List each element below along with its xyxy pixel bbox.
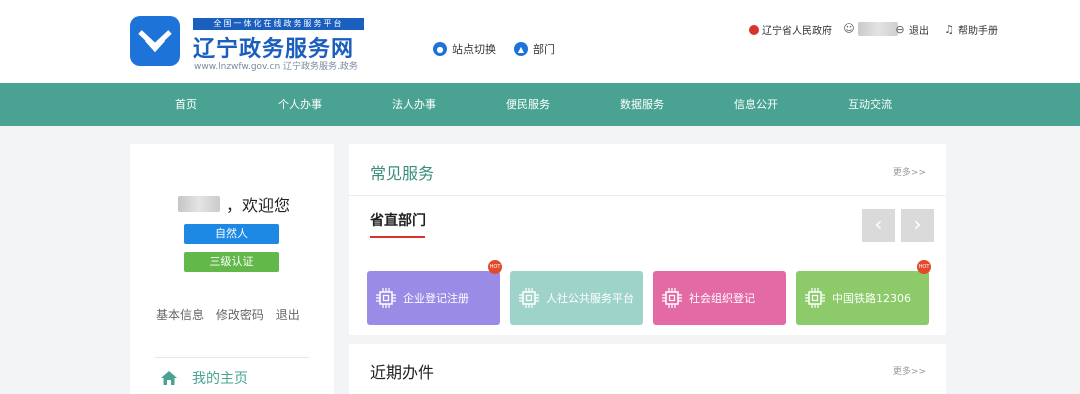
service-tile-label: 中国铁路12306 [832, 292, 911, 305]
headset-icon: ♫ [944, 22, 954, 36]
nav-item-home[interactable]: 首页 [175, 83, 197, 126]
service-tile-label: 人社公共服务平台 [546, 292, 634, 305]
chip-icon [661, 287, 683, 309]
my-home-label: 我的主页 [192, 371, 248, 387]
prev-arrow-button[interactable]: ‹ [862, 209, 895, 242]
next-arrow-button[interactable]: › [901, 209, 934, 242]
chip-icon [518, 287, 540, 309]
service-tile-railway-12306[interactable]: 中国铁路12306 HOT [796, 260, 931, 325]
panel-logout-link[interactable]: 退出 [276, 308, 300, 322]
logo-icon[interactable] [130, 16, 180, 66]
user-name-masked [858, 22, 898, 36]
gov-link[interactable]: 辽宁省人民政府 [749, 22, 832, 37]
site-switch-link[interactable]: ● 站点切换 [433, 41, 496, 57]
platform-banner: 全国一体化在线政务服务平台 [193, 18, 364, 30]
welcome-message: ，欢迎您 [178, 192, 290, 216]
nav-item-info[interactable]: 信息公开 [734, 83, 778, 126]
recent-cases-more-link[interactable]: 更多>> [893, 364, 926, 377]
user-panel: ，欢迎您 自然人 三级认证 基本信息 修改密码 退出 我的主页 [130, 144, 334, 394]
auth-level-badge: 三级认证 [184, 252, 279, 272]
logout-link[interactable]: ⊖ 退出 [894, 22, 929, 37]
help-label: 帮助手册 [958, 26, 998, 37]
recent-cases-card: 近期办件 更多>> [349, 344, 946, 394]
service-tile-label: 企业登记注册 [403, 292, 469, 305]
logout-label: 退出 [909, 26, 929, 37]
chip-icon [375, 287, 397, 309]
national-emblem-icon [749, 24, 759, 35]
department-link[interactable]: ▲ 部门 [514, 41, 555, 57]
service-tile-label: 社会组织登记 [689, 292, 755, 305]
site-switch-label: 站点切换 [452, 43, 496, 56]
nav-item-personal[interactable]: 个人办事 [278, 83, 322, 126]
chevron-right-icon: › [913, 212, 922, 236]
gov-link-label: 辽宁省人民政府 [762, 26, 832, 37]
card-divider [349, 195, 946, 196]
change-password-link[interactable]: 修改密码 [216, 308, 264, 322]
department-label: 部门 [533, 43, 555, 56]
active-underline [370, 236, 425, 238]
provincial-departments-title: 省直部门 [370, 213, 426, 229]
org-chart-icon: ▲ [514, 42, 528, 56]
hot-badge-icon: HOT [917, 260, 931, 274]
hot-badge-icon: HOT [488, 260, 502, 274]
service-tile-enterprise-registration[interactable]: 企业登记注册 HOT [367, 260, 502, 325]
chip-icon [804, 287, 826, 309]
location-pin-icon: ● [433, 42, 447, 56]
welcome-text: ，欢迎您 [226, 196, 291, 215]
common-services-more-link[interactable]: 更多>> [893, 165, 926, 178]
recent-cases-title: 近期办件 [370, 363, 435, 382]
natural-person-badge: 自然人 [184, 224, 279, 244]
help-link[interactable]: ♫ 帮助手册 [943, 22, 998, 37]
nav-item-convenience[interactable]: 便民服务 [506, 83, 550, 126]
user-menu[interactable]: ☺ [843, 22, 898, 36]
home-icon [161, 371, 177, 385]
my-home-link[interactable]: 我的主页 [160, 368, 248, 388]
site-url: www.lnzwfw.gov.cn 辽宁政务服务.政务 [194, 62, 358, 72]
service-tile-social-organization[interactable]: 社会组织登记 [653, 271, 786, 325]
service-tile-social-security[interactable]: 人社公共服务平台 [510, 271, 643, 325]
common-services-title: 常见服务 [370, 164, 435, 183]
nav-item-data[interactable]: 数据服务 [620, 83, 664, 126]
nav-item-legal-person[interactable]: 法人办事 [392, 83, 436, 126]
basic-info-link[interactable]: 基本信息 [156, 308, 204, 322]
account-links: 基本信息 修改密码 退出 [156, 306, 308, 323]
divider [155, 357, 309, 358]
user-icon: ☺ [843, 22, 855, 35]
site-header: 全国一体化在线政务服务平台 辽宁政务服务网 www.lnzwfw.gov.cn … [0, 0, 1080, 83]
logout-icon: ⊖ [895, 22, 905, 36]
user-name-masked [178, 196, 220, 212]
nav-item-interaction[interactable]: 互动交流 [848, 83, 892, 126]
common-services-card: 常见服务 更多>> 省直部门 ‹ › 企业登记注册 HOT 人社公共服务平台 社… [349, 144, 946, 335]
chevron-left-icon: ‹ [874, 212, 883, 236]
main-nav: 首页 个人办事 法人办事 便民服务 数据服务 信息公开 互动交流 [0, 83, 1080, 126]
